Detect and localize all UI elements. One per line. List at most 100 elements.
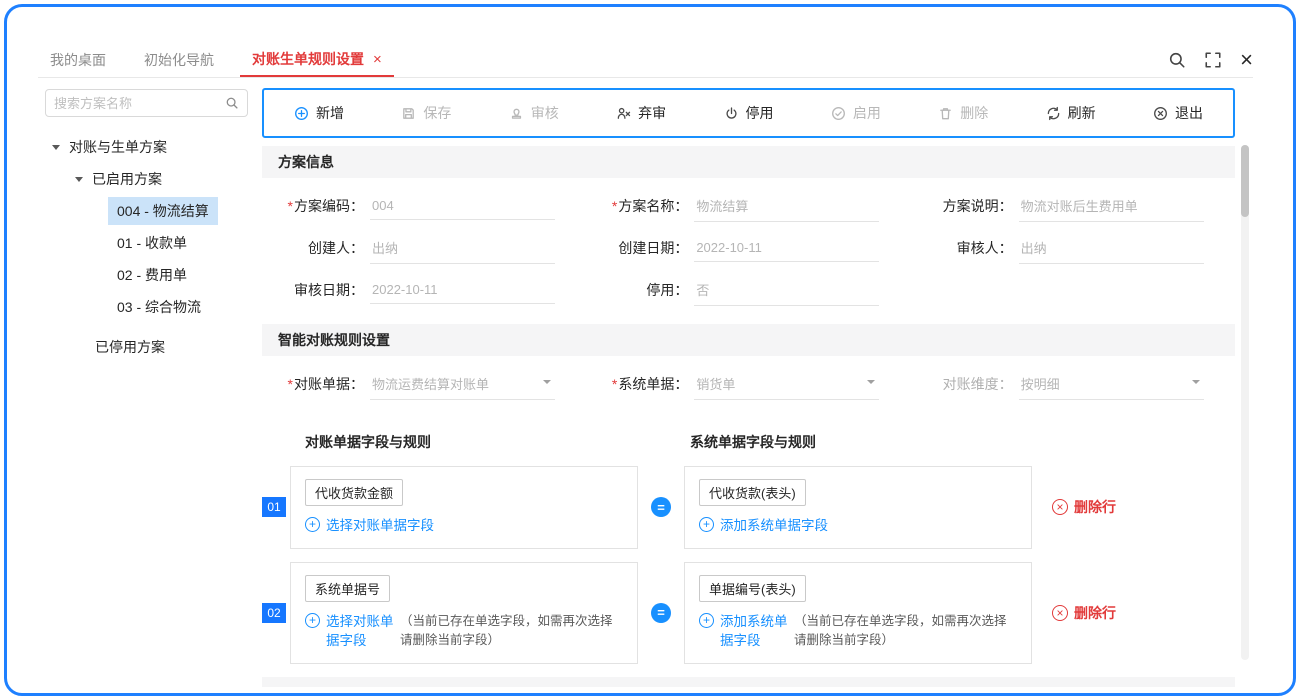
window-actions: × bbox=[1168, 43, 1253, 77]
audit-button[interactable]: 审核 bbox=[509, 103, 559, 123]
button-label: 启用 bbox=[853, 103, 881, 123]
plus-circle-icon: + bbox=[305, 613, 320, 628]
plan-info-form: *方案编码： 004 *方案名称： 物流结算 方案说明： 物流对账后生费用单 创… bbox=[262, 178, 1235, 316]
single-field-note: （当前已存在单选字段，如需再次选择请删除当前字段） bbox=[794, 612, 1017, 651]
circle-close-icon: × bbox=[1052, 499, 1068, 515]
system-field-tag[interactable]: 代收货款(表头) bbox=[699, 479, 806, 506]
tree-item-plan-03[interactable]: 03 - 综合物流 bbox=[38, 291, 262, 323]
plan-name-input[interactable]: 物流结算 bbox=[694, 190, 879, 222]
enable-button[interactable]: 启用 bbox=[831, 103, 881, 123]
fullscreen-icon[interactable] bbox=[1204, 51, 1222, 69]
system-document-select[interactable]: 销货单 bbox=[694, 368, 879, 400]
field-label: 审核日期： bbox=[262, 280, 364, 300]
required-mark: * bbox=[288, 376, 293, 392]
tree-node-label: 已启用方案 bbox=[92, 169, 162, 189]
main-content: 新增 保存 审核 弃审 bbox=[262, 88, 1235, 687]
plus-circle-icon: + bbox=[699, 517, 714, 532]
rule-row-01: 01 代收货款金额 + 选择对账单据字段 = 代收货款(表头) + 添加系统单据… bbox=[262, 466, 1235, 549]
field-label: 创建日期： bbox=[586, 238, 688, 258]
save-icon bbox=[401, 106, 416, 121]
field-label: 创建人： bbox=[262, 238, 364, 258]
tree-item-plan-01[interactable]: 01 - 收款单 bbox=[38, 227, 262, 259]
recon-field-card: 系统单据号 + 选择对账单据字段 （当前已存在单选字段，如需再次选择请删除当前字… bbox=[290, 562, 638, 664]
tab-reconciliation-rule-settings[interactable]: 对账生单规则设置 × bbox=[240, 43, 394, 77]
audit-date-input[interactable]: 2022-10-11 bbox=[370, 276, 555, 304]
chevron-down-icon bbox=[1192, 380, 1200, 384]
tab-bar: 我的桌面 初始化导航 对账生单规则设置 × × bbox=[38, 43, 1253, 78]
chevron-down-icon bbox=[867, 380, 875, 384]
tab-close-icon[interactable]: × bbox=[373, 51, 382, 68]
add-system-field-link[interactable]: + 添加系统单据字段 （当前已存在单选字段，如需再次选择请删除当前字段） bbox=[699, 612, 1017, 651]
field-creator: 创建人： 出纳 bbox=[262, 232, 586, 264]
delete-button[interactable]: 删除 bbox=[938, 103, 988, 123]
plan-description-input[interactable]: 物流对账后生费用单 bbox=[1019, 190, 1204, 222]
rules-headers: 对账单据字段与规则 系统单据字段与规则 bbox=[262, 432, 1235, 452]
sidebar: 对账与生单方案 已启用方案 004 - 物流结算 01 - 收款单 02 - 费… bbox=[38, 85, 262, 685]
exit-button[interactable]: 退出 bbox=[1153, 103, 1203, 123]
tab-init-navigation[interactable]: 初始化导航 bbox=[132, 43, 226, 77]
tab-label: 对账生单规则设置 bbox=[252, 49, 364, 69]
tree-node-recon-plans[interactable]: 对账与生单方案 bbox=[38, 131, 262, 163]
caret-down-icon[interactable] bbox=[75, 177, 83, 182]
unaudit-button[interactable]: 弃审 bbox=[616, 103, 666, 123]
plan-tree: 对账与生单方案 已启用方案 004 - 物流结算 01 - 收款单 02 - 费… bbox=[38, 131, 262, 363]
app-window: 我的桌面 初始化导航 对账生单规则设置 × × 对账与生单方案 bbox=[4, 4, 1296, 696]
section-plan-info: 方案信息 bbox=[262, 146, 1235, 178]
create-date-input[interactable]: 2022-10-11 bbox=[694, 234, 879, 262]
rule-row-02: 02 系统单据号 + 选择对账单据字段 （当前已存在单选字段，如需再次选择请删除… bbox=[262, 562, 1235, 664]
required-mark: * bbox=[612, 376, 617, 392]
tree-item-label: 004 - 物流结算 bbox=[108, 197, 218, 225]
tree-item-label: 03 - 综合物流 bbox=[108, 293, 210, 321]
close-icon[interactable]: × bbox=[1240, 49, 1253, 71]
button-label: 停用 bbox=[746, 103, 774, 123]
recon-field-tag[interactable]: 代收货款金额 bbox=[305, 479, 403, 506]
field-label: 对账维度： bbox=[911, 374, 1013, 394]
auditor-input[interactable]: 出纳 bbox=[1019, 232, 1204, 264]
field-label: *方案名称： bbox=[586, 196, 688, 216]
trash-icon bbox=[938, 106, 953, 121]
tree-item-plan-004[interactable]: 004 - 物流结算 bbox=[38, 195, 262, 227]
field-plan-name: *方案名称： 物流结算 bbox=[586, 190, 910, 222]
tree-node-disabled-plans[interactable]: 已停用方案 bbox=[38, 331, 262, 363]
tree-node-label: 已停用方案 bbox=[95, 337, 165, 357]
rule-selects: *对账单据： 物流运费结算对账单 *系统单据： 销货单 对账维度： 按明细 bbox=[262, 356, 1235, 410]
audit-stamp-icon bbox=[509, 106, 524, 121]
tree-item-label: 02 - 费用单 bbox=[108, 261, 196, 289]
tree-item-plan-02[interactable]: 02 - 费用单 bbox=[38, 259, 262, 291]
plan-search-input[interactable] bbox=[54, 96, 225, 111]
power-icon bbox=[724, 106, 739, 121]
recon-field-tag[interactable]: 系统单据号 bbox=[305, 575, 390, 602]
refresh-button[interactable]: 刷新 bbox=[1046, 103, 1096, 123]
vertical-scrollbar[interactable] bbox=[1241, 145, 1249, 660]
next-section-band bbox=[262, 677, 1235, 687]
disabled-flag-input[interactable]: 否 bbox=[694, 274, 879, 306]
field-label: *方案编码： bbox=[262, 196, 364, 216]
plus-circle-icon: + bbox=[699, 613, 714, 628]
button-label: 刷新 bbox=[1068, 103, 1096, 123]
button-label: 弃审 bbox=[638, 103, 666, 123]
select-recon-field-link[interactable]: + 选择对账单据字段 （当前已存在单选字段，如需再次选择请删除当前字段） bbox=[305, 612, 623, 651]
plan-code-input[interactable]: 004 bbox=[370, 192, 555, 220]
search-icon[interactable] bbox=[1168, 51, 1186, 69]
tab-my-desktop[interactable]: 我的桌面 bbox=[38, 43, 118, 77]
delete-row-button[interactable]: × 删除行 bbox=[1052, 497, 1116, 517]
field-auditor: 审核人： 出纳 bbox=[911, 232, 1235, 264]
exit-icon bbox=[1153, 106, 1168, 121]
disable-button[interactable]: 停用 bbox=[724, 103, 774, 123]
tree-node-enabled-plans[interactable]: 已启用方案 bbox=[38, 163, 262, 195]
add-button[interactable]: 新增 bbox=[294, 103, 344, 123]
field-recon-dimension: 对账维度： 按明细 bbox=[911, 368, 1235, 400]
field-disabled-flag: 停用： 否 bbox=[586, 274, 910, 306]
field-plan-description: 方案说明： 物流对账后生费用单 bbox=[911, 190, 1235, 222]
recon-document-select[interactable]: 物流运费结算对账单 bbox=[370, 368, 555, 400]
creator-input[interactable]: 出纳 bbox=[370, 232, 555, 264]
caret-down-icon[interactable] bbox=[52, 145, 60, 150]
delete-row-button[interactable]: × 删除行 bbox=[1052, 603, 1116, 623]
save-button[interactable]: 保存 bbox=[401, 103, 451, 123]
search-icon[interactable] bbox=[225, 96, 239, 110]
add-system-field-link[interactable]: + 添加系统单据字段 bbox=[699, 516, 1017, 536]
system-field-tag[interactable]: 单据编号(表头) bbox=[699, 575, 806, 602]
recon-dimension-select[interactable]: 按明细 bbox=[1019, 368, 1204, 400]
select-recon-field-link[interactable]: + 选择对账单据字段 bbox=[305, 516, 623, 536]
scrollbar-thumb[interactable] bbox=[1241, 145, 1249, 217]
